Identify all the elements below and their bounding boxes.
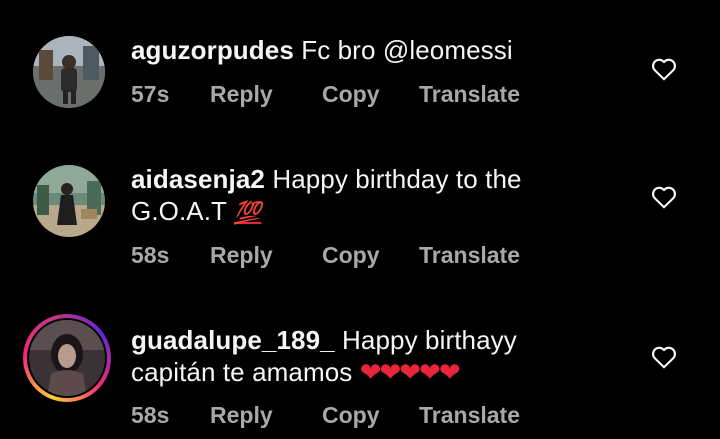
comment-time: 57s xyxy=(131,81,170,107)
comment-username[interactable]: guadalupe_189_ xyxy=(131,325,335,355)
comment-body: Fc bro @leomessi xyxy=(301,35,513,65)
avatar[interactable] xyxy=(33,36,105,108)
reply-button[interactable]: Reply xyxy=(210,402,273,429)
avatar[interactable] xyxy=(33,165,105,237)
copy-button[interactable]: Copy xyxy=(322,242,380,269)
comment-time: 58s xyxy=(131,242,170,268)
hundred-points-emoji: 💯 xyxy=(233,200,262,225)
translate-button[interactable]: Translate xyxy=(419,242,520,269)
comment-text: aidasenja2 Happy birthday to the G.O.A.T… xyxy=(131,163,601,229)
comment-time: 58s xyxy=(131,402,170,428)
reply-button[interactable]: Reply xyxy=(210,81,273,108)
reply-button[interactable]: Reply xyxy=(210,242,273,269)
comment-text: aguzorpudes Fc bro @leomessi xyxy=(131,34,601,66)
copy-button[interactable]: Copy xyxy=(322,402,380,429)
translate-button[interactable]: Translate xyxy=(419,402,520,429)
avatar[interactable] xyxy=(29,320,105,396)
comment-username[interactable]: aidasenja2 xyxy=(131,164,265,194)
heart-outline-icon[interactable] xyxy=(651,345,677,369)
comment-username[interactable]: aguzorpudes xyxy=(131,35,294,65)
heart-outline-icon[interactable] xyxy=(651,57,677,81)
heart-outline-icon[interactable] xyxy=(651,185,677,209)
story-ring[interactable] xyxy=(23,314,111,402)
comment-text: guadalupe_189_ Happy birthayy capitán te… xyxy=(131,324,601,388)
copy-button[interactable]: Copy xyxy=(322,81,380,108)
translate-button[interactable]: Translate xyxy=(419,81,520,108)
red-heart-emojis: ❤❤❤❤❤ xyxy=(359,357,461,387)
